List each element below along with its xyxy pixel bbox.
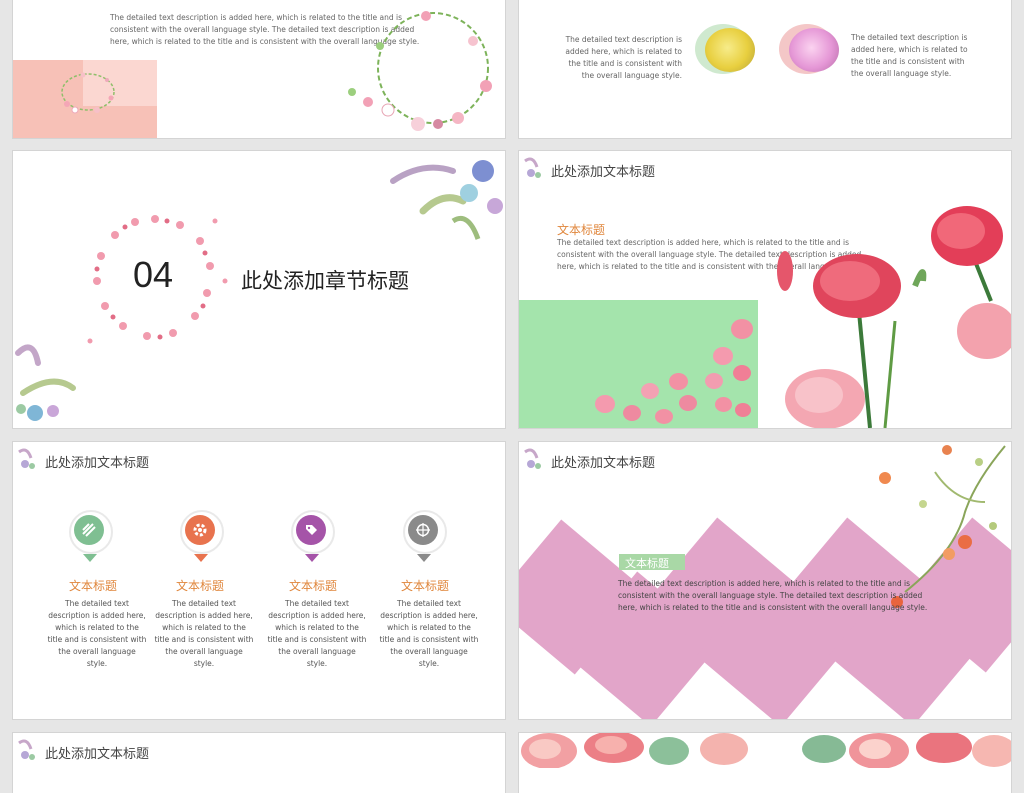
feature-icon-2 <box>180 510 224 570</box>
yellow-rose-icon <box>705 28 755 72</box>
slide-thumbnail-1[interactable]: The detailed text description is added h… <box>13 0 505 138</box>
slide2-right-text: The detailed text description is added h… <box>851 33 968 78</box>
feature-icon-3 <box>291 510 335 570</box>
carnation-flowers-icon <box>777 206 1011 428</box>
slide5-header-title: 此处添加文本标题 <box>45 456 150 471</box>
header-flower-icon <box>18 448 35 469</box>
tag-icon <box>306 525 317 535</box>
slide-thumbnail-3[interactable]: 04 此处添加章节标题 <box>13 151 505 428</box>
lines-icon <box>82 523 96 537</box>
target-icon <box>416 523 430 537</box>
chapter-title: 此处添加章节标题 <box>241 269 409 293</box>
slide4-header-title: 此处添加文本标题 <box>551 165 656 180</box>
slide6-subtitle-tag: 文本标题 <box>619 554 685 570</box>
feature-text-2: The detailed text description is added h… <box>154 599 254 668</box>
flower-wreath-icon <box>348 11 492 131</box>
slide7-header-title: 此处添加文本标题 <box>45 747 150 762</box>
header-flower-icon <box>18 739 35 760</box>
feature-icon-4 <box>403 510 447 570</box>
slide4-subtitle: 文本标题 <box>557 223 606 237</box>
feature-text-3: The detailed text description is added h… <box>267 599 367 668</box>
slide-thumbnail-2[interactable]: The detailed text description is added h… <box>519 0 1011 138</box>
header-flower-icon <box>524 448 541 469</box>
slide6-body-text: The detailed text description is added h… <box>618 579 928 612</box>
slide-thumbnail-5[interactable]: 此处添加文本标题 文本标题 The detailed text descript… <box>13 442 505 719</box>
chapter-number: 04 <box>133 254 174 295</box>
floral-corner-top-right-icon <box>390 160 503 240</box>
feature-title-2: 文本标题 <box>175 579 224 593</box>
slide-thumbnail-8[interactable] <box>519 733 1011 793</box>
pink-rose-icon <box>789 28 839 72</box>
feature-title-1: 文本标题 <box>68 579 117 593</box>
slide6-header-title: 此处添加文本标题 <box>551 456 656 471</box>
feature-text-4: The detailed text description is added h… <box>379 599 479 668</box>
slide-thumbnail-7[interactable]: 此处添加文本标题 <box>13 733 505 793</box>
slide-thumbnail-4[interactable]: 此处添加文本标题 文本标题 The detailed text descript… <box>519 151 1011 428</box>
floral-corner-bottom-left-icon <box>15 344 76 421</box>
feature-text-1: The detailed text description is added h… <box>47 599 147 668</box>
flower-wreath-small-icon <box>61 72 115 114</box>
feature-title-3: 文本标题 <box>288 579 337 593</box>
slide6-subtitle: 文本标题 <box>625 557 669 570</box>
slide2-left-text: The detailed text description is added h… <box>565 35 682 80</box>
feature-icon-1 <box>69 510 113 570</box>
slide-thumbnail-6[interactable]: 此处添加文本标题 文本标题 The detailed text descript… <box>519 442 1011 719</box>
gear-icon <box>193 523 207 537</box>
header-flower-icon <box>524 157 541 178</box>
peony-border-icon <box>521 733 1011 768</box>
feature-title-4: 文本标题 <box>400 579 449 593</box>
